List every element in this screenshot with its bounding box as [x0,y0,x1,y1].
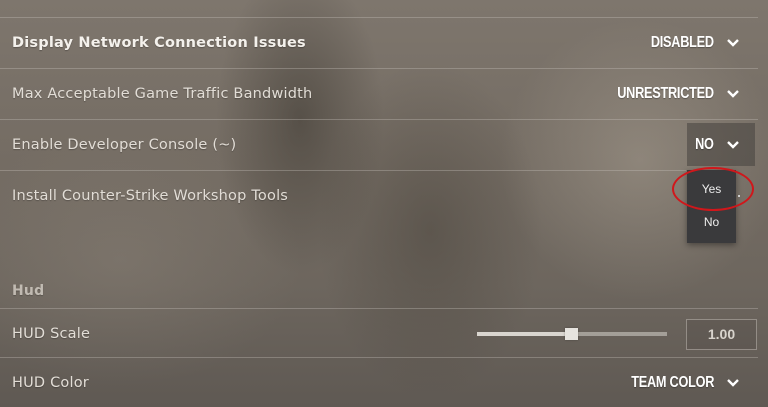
setting-row-workshop-tools[interactable]: Install Counter-Strike Workshop Tools [0,171,768,221]
setting-label: Display Network Connection Issues [12,35,306,51]
setting-label: Max Acceptable Game Traffic Bandwidth [12,86,313,102]
highlight-circle-annotation [672,167,754,211]
setting-label: Enable Developer Console (~) [12,137,237,153]
chevron-down-icon[interactable] [726,138,740,152]
hud-scale-value: 1.00 [707,326,736,342]
hud-scale-slider-fill [477,332,567,336]
setting-label: HUD Color [12,375,89,391]
hud-scale-input[interactable]: 1.00 [686,319,757,350]
setting-value-dropdown[interactable]: NO [695,136,714,154]
setting-label: HUD Scale [12,326,91,342]
section-title-hud: Hud [12,283,45,299]
setting-row-bandwidth[interactable]: Max Acceptable Game Traffic Bandwidth UN… [0,69,768,119]
setting-value-dropdown[interactable]: TEAM COLOR [631,374,714,392]
setting-row-network-issues[interactable]: Display Network Connection Issues DISABL… [0,18,768,68]
setting-row-developer-console: Enable Developer Console (~) NO [0,120,768,170]
chevron-down-icon[interactable] [726,36,740,50]
hud-scale-slider-thumb[interactable] [565,328,578,340]
setting-value-dropdown[interactable]: DISABLED [651,34,714,52]
chevron-down-icon[interactable] [726,87,740,101]
setting-label: Install Counter-Strike Workshop Tools [12,188,289,204]
chevron-down-icon[interactable] [726,376,740,390]
setting-row-hud-color[interactable]: HUD Color TEAM COLOR [0,358,768,407]
setting-value-dropdown[interactable]: UNRESTRICTED [617,85,714,103]
dropdown-option-no[interactable]: No [687,215,736,229]
